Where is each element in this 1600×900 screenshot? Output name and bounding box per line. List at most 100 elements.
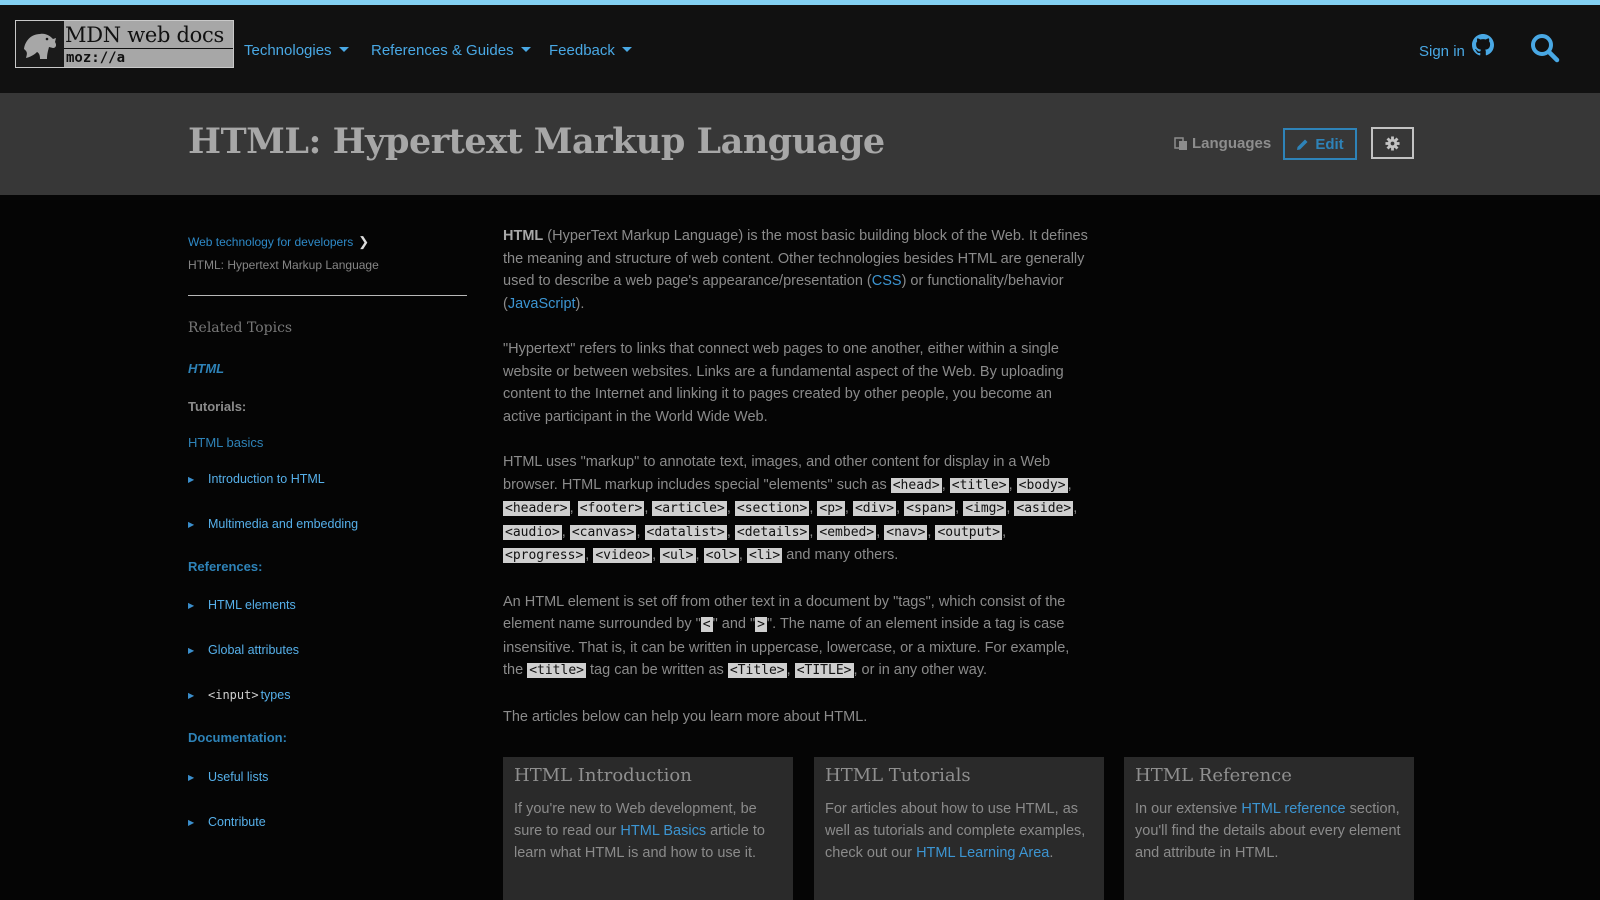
html-term: HTML	[503, 228, 544, 244]
expand-triangle-icon: ▶	[188, 645, 195, 655]
element-tag: <div>	[852, 501, 897, 516]
edit-button[interactable]: Edit	[1283, 128, 1357, 160]
caret-down-icon	[621, 46, 632, 52]
caret-down-icon	[520, 46, 531, 52]
element-tag: <li>	[746, 548, 783, 563]
pencil-icon	[1297, 139, 1308, 150]
expand-triangle-icon: ▶	[188, 600, 195, 610]
element-tag: <datalist>	[644, 524, 727, 540]
sidebar-item-label: HTML elements	[208, 598, 296, 612]
logo-mozilla-text: moz://a	[66, 50, 126, 66]
element-tag: <img>	[963, 501, 1007, 516]
element-tag: <title>	[949, 477, 1009, 493]
breadcrumb-current: HTML: Hypertext Markup Language	[188, 258, 379, 272]
expand-triangle-icon: ▶	[188, 474, 195, 484]
search-button[interactable]	[1529, 32, 1561, 64]
card-html-reference: HTML Reference In our extensive HTML ref…	[1124, 757, 1414, 900]
code-title: <title>	[527, 663, 586, 678]
element-tag: <span>	[904, 501, 956, 516]
nav-references-guides[interactable]: References & Guides	[371, 42, 531, 59]
expand-triangle-icon: ▶	[188, 519, 195, 529]
element-tag: <video>	[593, 548, 653, 563]
card-title: HTML Reference	[1135, 765, 1292, 786]
element-tag: <p>	[817, 501, 845, 516]
sidebar-item-useful-lists[interactable]: ▶ Useful lists	[188, 770, 268, 784]
element-tag: <embed>	[817, 524, 877, 540]
page-title: HTML: Hypertext Markup Language	[188, 121, 885, 162]
html-learning-area-link[interactable]: HTML Learning Area	[916, 845, 1049, 861]
sidebar-divider	[188, 295, 467, 296]
sidebar-item-html-elements[interactable]: ▶ HTML elements	[188, 598, 296, 612]
sidebar-item-multimedia[interactable]: ▶ Multimedia and embedding	[188, 517, 358, 531]
languages-button[interactable]: Languages	[1174, 135, 1271, 152]
sign-in-label: Sign in	[1419, 42, 1465, 60]
language-icon	[1174, 136, 1187, 150]
site-header: MDN web docs moz://a Technologies Refere…	[0, 5, 1600, 93]
breadcrumb-parent-label: Web technology for developers	[188, 235, 354, 249]
card-title: HTML Tutorials	[825, 765, 971, 786]
caret-down-icon	[338, 46, 349, 52]
sidebar-html-link[interactable]: HTML	[188, 361, 224, 376]
html-reference-link[interactable]: HTML reference	[1241, 801, 1345, 817]
card-html-tutorials: HTML Tutorials For articles about how to…	[814, 757, 1104, 900]
chevron-right-icon: ❯	[358, 234, 370, 249]
sign-in-button[interactable]: Sign in	[1419, 34, 1495, 61]
nav-feedback-label: Feedback	[549, 42, 615, 59]
expand-triangle-icon: ▶	[188, 817, 195, 827]
element-tag: <details>	[734, 524, 810, 540]
card-text: For articles about how to use HTML, as w…	[825, 801, 1086, 861]
markup-paragraph: HTML uses "markup" to annotate text, ima…	[503, 454, 1078, 563]
element-tag: <body>	[1016, 477, 1068, 493]
sidebar-item-label: Multimedia and embedding	[208, 517, 359, 531]
element-tag: <output>	[935, 524, 1003, 540]
element-tag: <article>	[652, 501, 727, 516]
mdn-logo[interactable]: MDN web docs moz://a	[15, 20, 234, 68]
code-title-capitalized: <Title>	[727, 663, 787, 678]
hypertext-paragraph: "Hypertext" refers to links that connect…	[503, 341, 1064, 425]
references-heading: References:	[188, 559, 263, 574]
nav-technologies[interactable]: Technologies	[244, 42, 349, 59]
code-lt: <	[700, 617, 713, 632]
logo-wordmark: MDN web docs moz://a	[64, 21, 233, 67]
element-tag: <ul>	[660, 548, 696, 563]
javascript-link[interactable]: JavaScript	[508, 296, 576, 312]
intro-paragraph: HTML (HyperText Markup Language) is the …	[503, 228, 1088, 312]
element-tag: <footer>	[577, 501, 645, 516]
card-text: In our extensive HTML reference section,…	[1135, 801, 1401, 861]
card-text: If you're new to Web development, be sur…	[514, 801, 765, 861]
nav-feedback[interactable]: Feedback	[549, 42, 632, 59]
edit-label: Edit	[1315, 135, 1344, 153]
element-tag: <header>	[503, 501, 570, 516]
nav-technologies-label: Technologies	[244, 42, 332, 59]
sidebar-item-input-types[interactable]: ▶ <input> types	[188, 688, 290, 702]
logo-text: MDN web docs	[65, 23, 224, 47]
sidebar-item-global-attributes[interactable]: ▶ Global attributes	[188, 643, 299, 657]
sidebar-item-label: Useful lists	[208, 770, 269, 784]
input-code: <input>	[208, 688, 259, 702]
element-tag: <progress>	[503, 548, 586, 563]
settings-button[interactable]	[1371, 127, 1414, 159]
sidebar-item-contribute[interactable]: ▶ Contribute	[188, 815, 266, 829]
css-link[interactable]: CSS	[872, 273, 902, 289]
html-basics-link[interactable]: HTML Basics	[620, 823, 706, 839]
gear-icon	[1385, 135, 1400, 151]
dino-logo-icon	[16, 21, 64, 67]
sidebar-item-label: Global attributes	[208, 643, 300, 657]
element-tag: <ol>	[703, 548, 739, 563]
sidebar-html-basics[interactable]: HTML basics	[188, 435, 263, 450]
related-topics-heading: Related Topics	[188, 320, 293, 336]
sidebar-item-label: Contribute	[208, 815, 266, 829]
sidebar-item-label: Introduction to HTML	[208, 472, 325, 486]
sidebar-item-introduction[interactable]: ▶ Introduction to HTML	[188, 472, 325, 486]
element-tag: <head>	[890, 477, 942, 493]
code-title-uppercase: <TITLE>	[794, 663, 854, 678]
sidebar-item-label: types	[260, 688, 291, 702]
element-tag: <audio>	[503, 524, 562, 540]
languages-label: Languages	[1192, 135, 1272, 152]
tutorials-heading: Tutorials:	[188, 399, 247, 414]
element-tag: <nav>	[884, 524, 928, 540]
breadcrumb-parent[interactable]: Web technology for developers ❯	[188, 234, 369, 250]
documentation-heading: Documentation:	[188, 730, 287, 745]
element-tag: <canvas>	[569, 524, 637, 540]
nav-references-label: References & Guides	[371, 42, 514, 59]
